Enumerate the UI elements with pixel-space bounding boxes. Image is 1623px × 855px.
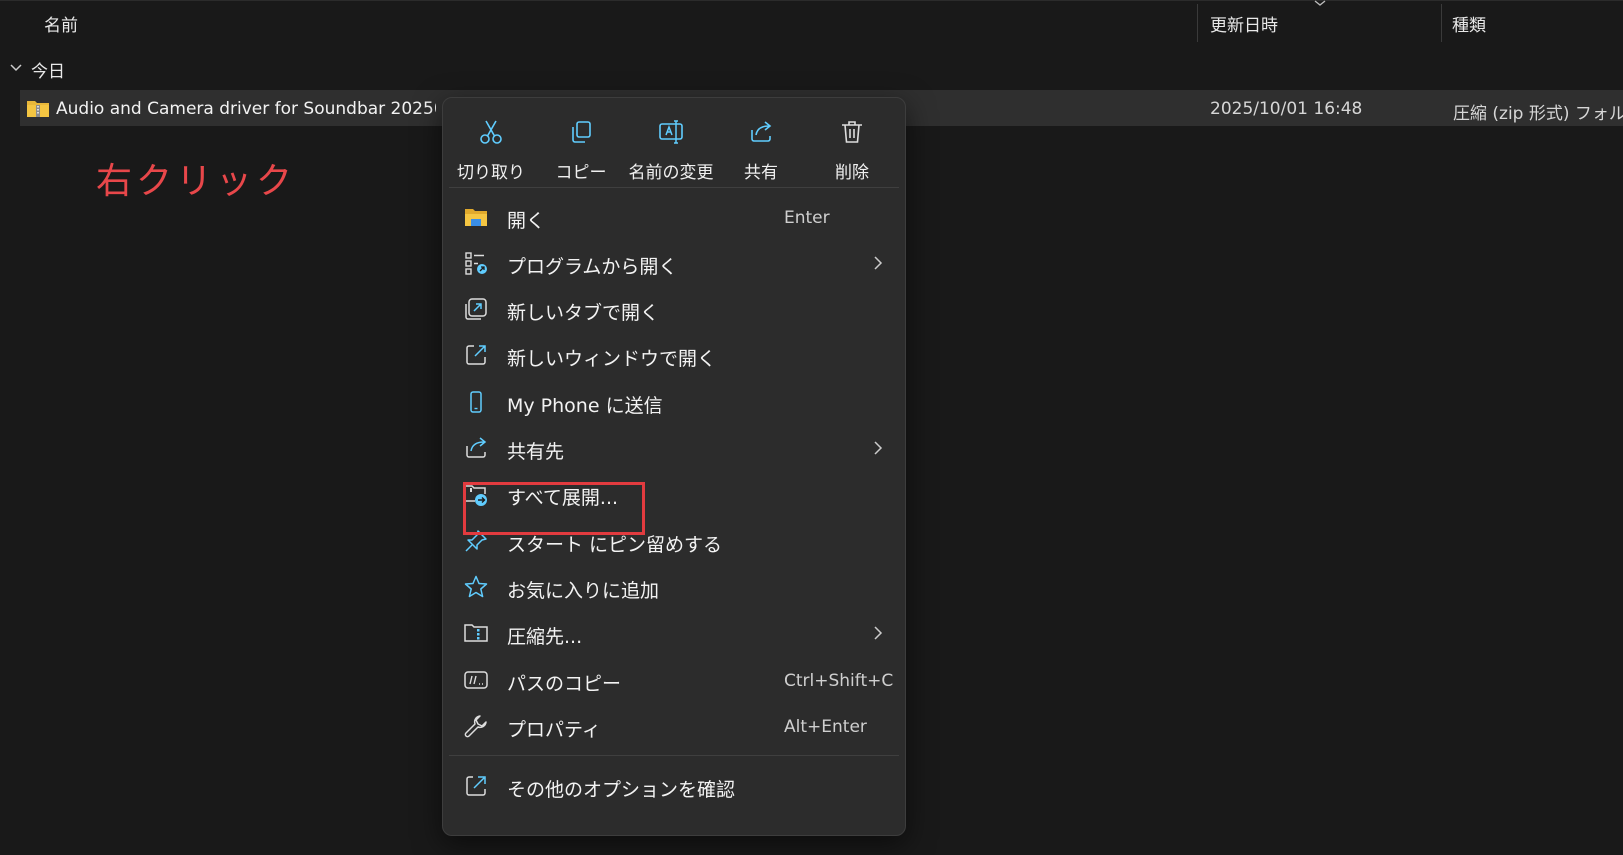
menu-item-open-new-window[interactable]: 新しいウィンドウで開く (449, 332, 897, 378)
menu-item-label: 共有先 (507, 441, 565, 463)
menu-item-label: My Phone に送信 (507, 395, 663, 417)
chevron-down-icon[interactable] (8, 60, 24, 76)
right-click-annotation: 右クリック (96, 161, 297, 202)
menu-item-properties[interactable]: プロパティ Alt+Enter (449, 703, 897, 749)
context-menu: 切り取り コピー 名前の変更 共有 削除 開く Enter プログラムから開く … (442, 97, 906, 836)
menu-item-label: パスのコピー (507, 673, 622, 695)
menu-item-open-with[interactable]: プログラムから開く (449, 240, 897, 286)
chevron-right-icon (874, 256, 883, 270)
wrench-icon (464, 715, 487, 738)
zip-folder-icon (27, 101, 49, 117)
menu-divider (449, 755, 899, 756)
file-name[interactable]: Audio and Camera driver for Soundbar 202… (56, 99, 436, 119)
menu-item-open[interactable]: 開く Enter (449, 194, 897, 240)
menu-item-label: プログラムから開く (507, 256, 678, 278)
delete-label: 削除 (835, 163, 869, 183)
menu-item-label: 圧縮先... (507, 626, 583, 648)
new-tab-icon (465, 298, 487, 320)
rename-icon (659, 120, 683, 144)
copy-icon (572, 121, 591, 143)
file-type: 圧縮 (zip 形式) フォル... (1453, 104, 1623, 124)
chevron-right-icon (874, 626, 883, 640)
column-type-header[interactable]: 種類 (1452, 11, 1486, 36)
more-options-icon (466, 776, 486, 796)
menu-item-label: プロパティ (507, 719, 601, 741)
share-label: 共有 (744, 163, 778, 183)
copy-label: コピー (555, 163, 607, 183)
menu-item-label: 新しいウィンドウで開く (507, 348, 717, 370)
menu-item-more-options[interactable]: その他のオプションを確認 (449, 763, 897, 809)
extract-all-highlight (463, 482, 645, 535)
sort-chevron-icon (1314, 0, 1326, 6)
menu-item-label: その他のオプションを確認 (507, 779, 736, 801)
file-modified-date: 2025/10/01 16:48 (1210, 99, 1363, 119)
menu-item-copy-path[interactable]: パスのコピー Ctrl+Shift+C (449, 657, 897, 703)
compress-icon (464, 624, 488, 642)
open-with-icon (465, 252, 487, 275)
rename-button[interactable]: 名前の変更 (628, 106, 714, 186)
copy-button[interactable]: コピー (538, 106, 624, 186)
menu-item-open-new-tab[interactable]: 新しいタブで開く (449, 286, 897, 332)
menu-item-label: 新しいタブで開く (507, 302, 660, 324)
menu-divider (449, 187, 899, 188)
cut-label: 切り取り (457, 163, 525, 183)
share-button[interactable]: 共有 (718, 106, 804, 186)
chevron-right-icon (874, 441, 883, 455)
star-icon (464, 575, 488, 598)
folder-open-icon (465, 209, 487, 226)
column-header (0, 0, 1623, 45)
share-icon (751, 121, 772, 142)
menu-item-shortcut: Enter (784, 208, 830, 228)
cut-button[interactable]: 切り取り (448, 106, 534, 186)
column-name-header[interactable]: 名前 (44, 11, 78, 36)
new-window-icon (466, 345, 486, 365)
phone-icon (470, 391, 482, 413)
column-separator[interactable] (1441, 4, 1442, 42)
menu-item-label: 開く (507, 210, 546, 232)
delete-button[interactable]: 削除 (809, 106, 895, 186)
menu-item-add-favorite[interactable]: お気に入りに追加 (449, 564, 897, 610)
menu-item-compress-to[interactable]: 圧縮先... (449, 610, 897, 656)
delete-icon (842, 121, 862, 143)
menu-item-shortcut: Alt+Enter (784, 717, 867, 737)
menu-item-label: お気に入りに追加 (507, 580, 660, 602)
menu-item-share-to[interactable]: 共有先 (449, 425, 897, 471)
group-today-label[interactable]: 今日 (31, 57, 65, 82)
share-to-icon (466, 437, 487, 458)
menu-item-send-to-phone[interactable]: My Phone に送信 (449, 379, 897, 425)
rename-label: 名前の変更 (628, 163, 714, 183)
menu-item-shortcut: Ctrl+Shift+C (784, 671, 894, 691)
copy-path-icon (464, 671, 488, 689)
column-separator[interactable] (1197, 4, 1198, 42)
cut-icon (480, 120, 502, 144)
column-date-header[interactable]: 更新日時 (1210, 11, 1278, 36)
